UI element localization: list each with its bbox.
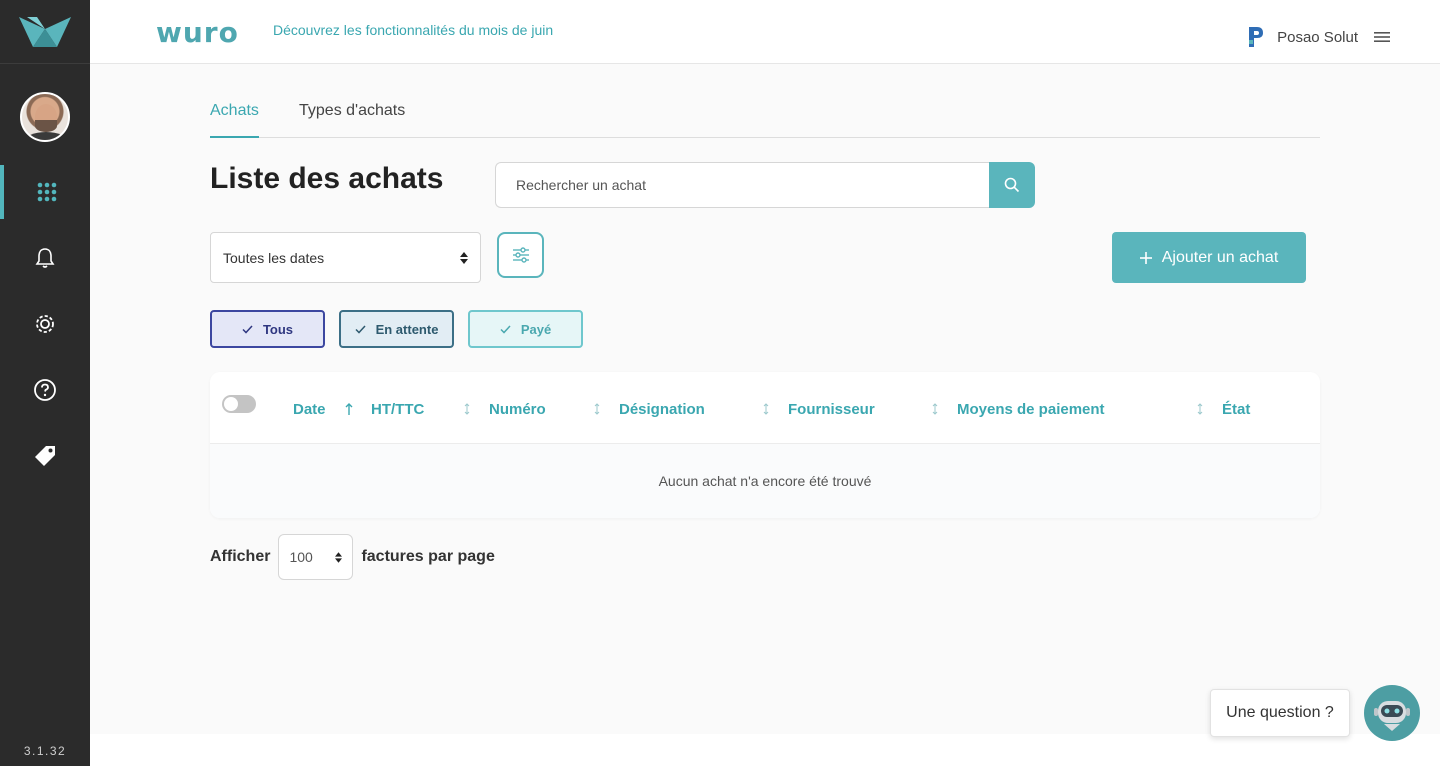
empty-state-message: Aucun achat n'a encore été trouvé	[210, 444, 1320, 518]
search-button[interactable]	[989, 162, 1035, 208]
column-header-numero[interactable]: Numéro	[489, 401, 546, 418]
announcement-link[interactable]: Découvrez les fonctionnalités du mois de…	[273, 22, 553, 38]
check-icon	[355, 324, 366, 334]
organization-logo-icon	[1249, 27, 1264, 47]
footer-strip	[90, 734, 1440, 766]
gear-icon	[36, 315, 54, 333]
add-purchase-label: Ajouter un achat	[1161, 248, 1279, 266]
status-filter-en-attente[interactable]: En attente	[339, 310, 454, 348]
per-page-select[interactable]: 100	[278, 534, 354, 580]
plus-icon	[1139, 251, 1152, 264]
search-input[interactable]	[495, 162, 990, 208]
date-filter-select[interactable]: Toutes les dates	[210, 232, 481, 283]
select-arrows-icon	[335, 551, 343, 563]
bell-icon	[35, 248, 55, 268]
tag-icon	[35, 446, 55, 466]
tab-types-achats[interactable]: Types d'achats	[299, 102, 405, 120]
table-header: Date HT/TTC Numéro Désignation Fournisse…	[210, 372, 1320, 444]
search-bar	[495, 162, 1035, 208]
check-icon	[500, 324, 511, 334]
sliders-icon	[512, 247, 529, 263]
date-filter-value: Toutes les dates	[223, 249, 325, 266]
advanced-filters-button[interactable]	[497, 232, 544, 278]
per-page-value: 100	[289, 549, 313, 565]
status-filter-label: Payé	[520, 321, 552, 337]
check-icon	[242, 324, 253, 334]
purchases-table: Date HT/TTC Numéro Désignation Fournisse…	[210, 372, 1320, 518]
sidebar-item-help[interactable]	[0, 363, 90, 417]
sidebar: 3.1.32	[0, 0, 90, 766]
sort-icon[interactable]	[1197, 403, 1203, 415]
sort-icon[interactable]	[594, 403, 600, 415]
app-version: 3.1.32	[23, 744, 67, 758]
page-title: Liste des achats	[210, 162, 444, 195]
add-purchase-button[interactable]: Ajouter un achat	[1112, 232, 1306, 283]
select-all-toggle[interactable]	[222, 395, 256, 413]
help-icon	[34, 379, 56, 401]
user-avatar[interactable]	[20, 92, 70, 142]
per-page-prefix: Afficher	[210, 548, 271, 565]
per-page-suffix: factures par page	[361, 548, 495, 565]
column-header-moyens-paiement[interactable]: Moyens de paiement	[957, 401, 1105, 418]
status-filter-label: En attente	[375, 321, 439, 337]
chat-prompt-bubble[interactable]: Une question ?	[1210, 689, 1350, 737]
sort-icon[interactable]	[763, 403, 769, 415]
tab-bar: Achats Types d'achats	[210, 92, 1320, 138]
sort-ascending-icon[interactable]	[345, 403, 353, 415]
brand-wordmark[interactable]: wuro	[156, 16, 239, 49]
sidebar-item-offers[interactable]	[0, 429, 90, 483]
app-logo[interactable]	[0, 0, 90, 64]
organization-name: Posao Solut	[1277, 28, 1358, 46]
column-header-ht-ttc[interactable]: HT/TTC	[371, 401, 424, 418]
column-header-date[interactable]: Date	[293, 401, 326, 418]
top-header: wuro Découvrez les fonctionnalités du mo…	[90, 0, 1440, 64]
grid-icon	[37, 182, 57, 202]
status-filter-paye[interactable]: Payé	[468, 310, 583, 348]
tab-achats[interactable]: Achats	[210, 102, 259, 138]
column-header-fournisseur[interactable]: Fournisseur	[788, 401, 875, 418]
sort-icon[interactable]	[932, 403, 938, 415]
sidebar-item-settings[interactable]	[0, 297, 90, 351]
hamburger-menu-button[interactable]	[1374, 30, 1390, 48]
search-icon	[1004, 177, 1020, 193]
status-filter-tous[interactable]: Tous	[210, 310, 325, 348]
column-header-etat[interactable]: État	[1222, 401, 1250, 418]
status-filter-label: Tous	[262, 321, 294, 337]
sort-icon[interactable]	[464, 403, 470, 415]
sidebar-item-notifications[interactable]	[0, 231, 90, 285]
wuro-logo-icon	[19, 16, 71, 47]
chat-assistant-button[interactable]	[1364, 685, 1420, 741]
hamburger-icon	[1374, 32, 1390, 42]
pagination-controls: Afficher 100 factures par page	[210, 534, 495, 580]
select-arrows-icon	[460, 251, 468, 264]
sidebar-item-dashboard[interactable]	[0, 165, 90, 219]
organization-switcher[interactable]: Posao Solut	[1247, 25, 1358, 49]
column-header-designation[interactable]: Désignation	[619, 401, 705, 418]
robot-icon	[1374, 701, 1410, 731]
